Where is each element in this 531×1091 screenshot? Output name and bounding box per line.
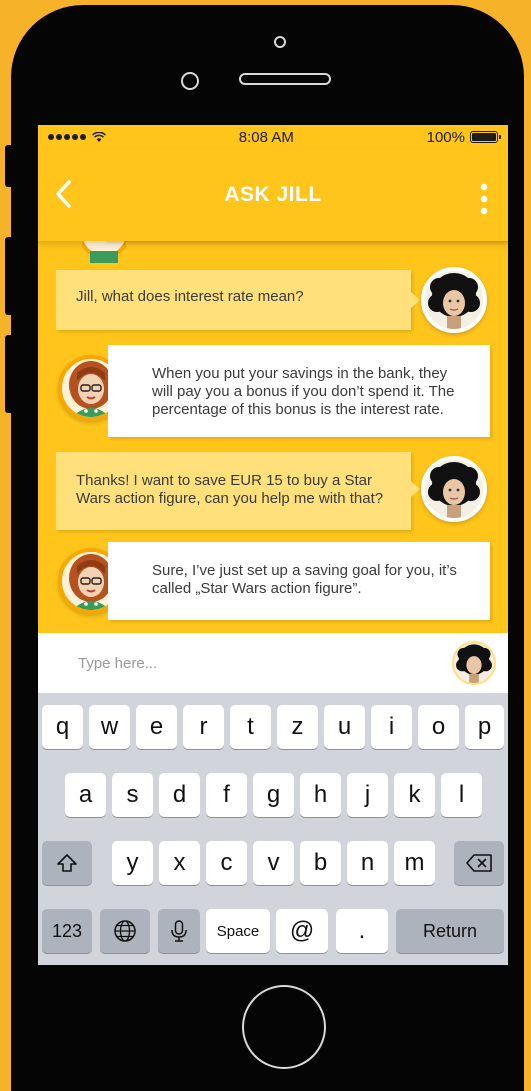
battery-icon <box>469 131 501 143</box>
key-b[interactable]: b <box>300 841 341 885</box>
proximity-sensor <box>181 72 199 90</box>
volume-up-button <box>5 237 11 315</box>
message-text: When you put your savings in the bank, t… <box>152 365 455 418</box>
key-f[interactable]: f <box>206 773 247 817</box>
return-key[interactable]: Return <box>396 909 504 953</box>
key-h[interactable]: h <box>300 773 341 817</box>
key-g[interactable]: g <box>253 773 294 817</box>
key-i[interactable]: i <box>371 705 412 749</box>
front-camera <box>274 36 286 48</box>
message-text: Thanks! I want to save EUR 15 to buy a S… <box>76 472 384 507</box>
globe-icon <box>114 920 136 942</box>
key-a[interactable]: a <box>65 773 106 817</box>
backspace-key[interactable] <box>454 841 504 885</box>
message-bubble-user: Thanks! I want to save EUR 15 to buy a S… <box>56 452 411 530</box>
message-text: Sure, I’ve just set up a saving goal for… <box>152 562 457 597</box>
key-t[interactable]: t <box>230 705 271 749</box>
key-w[interactable]: w <box>89 705 130 749</box>
wifi-icon <box>92 132 106 142</box>
message-text: Jill, what does interest rate mean? <box>76 288 304 305</box>
message-bubble-jill: Sure, I’ve just set up a saving goal for… <box>108 542 490 620</box>
keyboard: q w e r t z u i o p a s d f g h j k l y … <box>38 693 508 965</box>
key-u[interactable]: u <box>324 705 365 749</box>
key-e[interactable]: e <box>136 705 177 749</box>
key-l[interactable]: l <box>441 773 482 817</box>
status-bar: 8:08 AM 100% <box>38 125 508 149</box>
user-avatar <box>452 641 496 685</box>
shift-key[interactable] <box>42 841 92 885</box>
key-v[interactable]: v <box>253 841 294 885</box>
app-screen: 8:08 AM 100% ASK JILL Jill, what does in… <box>38 125 508 965</box>
chevron-left-icon[interactable] <box>52 179 76 209</box>
battery-percent: 100% <box>426 128 465 146</box>
mute-switch <box>5 145 11 187</box>
key-m[interactable]: m <box>394 841 435 885</box>
key-c[interactable]: c <box>206 841 247 885</box>
key-q[interactable]: q <box>42 705 83 749</box>
bubble-tail <box>411 481 420 497</box>
globe-key[interactable] <box>100 909 150 953</box>
bubble-tail <box>411 292 420 308</box>
signal-indicator <box>48 132 106 142</box>
status-time: 8:08 AM <box>238 128 294 146</box>
user-avatar <box>421 456 487 522</box>
earpiece-speaker <box>239 73 331 85</box>
key-j[interactable]: j <box>347 773 388 817</box>
backspace-icon <box>466 854 492 872</box>
key-p[interactable]: p <box>465 705 504 749</box>
message-input-bar <box>38 633 508 693</box>
key-z[interactable]: z <box>277 705 318 749</box>
message-input[interactable] <box>76 653 452 673</box>
numbers-key[interactable]: 123 <box>42 909 92 953</box>
message-bubble-user: Jill, what does interest rate mean? <box>56 270 411 330</box>
key-d[interactable]: d <box>159 773 200 817</box>
dictation-key[interactable] <box>158 909 200 953</box>
at-key[interactable]: @ <box>276 909 328 953</box>
key-x[interactable]: x <box>159 841 200 885</box>
vertical-ellipsis-icon[interactable] <box>480 183 488 215</box>
key-k[interactable]: k <box>394 773 435 817</box>
battery-fill <box>471 133 496 141</box>
volume-down-button <box>5 335 11 413</box>
key-o[interactable]: o <box>418 705 459 749</box>
period-key[interactable]: . <box>336 909 388 953</box>
chat-thread[interactable]: Jill, what does interest rate mean? When… <box>38 225 508 633</box>
key-s[interactable]: s <box>112 773 153 817</box>
key-y[interactable]: y <box>112 841 153 885</box>
user-avatar <box>421 267 487 333</box>
space-key[interactable]: Space <box>206 909 270 953</box>
shift-icon <box>57 854 77 872</box>
page-title: ASK JILL <box>224 183 322 206</box>
microphone-icon <box>171 920 187 942</box>
header-bar: ASK JILL <box>38 149 508 241</box>
key-n[interactable]: n <box>347 841 388 885</box>
key-r[interactable]: r <box>183 705 224 749</box>
home-button[interactable] <box>242 985 326 1069</box>
message-bubble-jill: When you put your savings in the bank, t… <box>108 345 490 437</box>
